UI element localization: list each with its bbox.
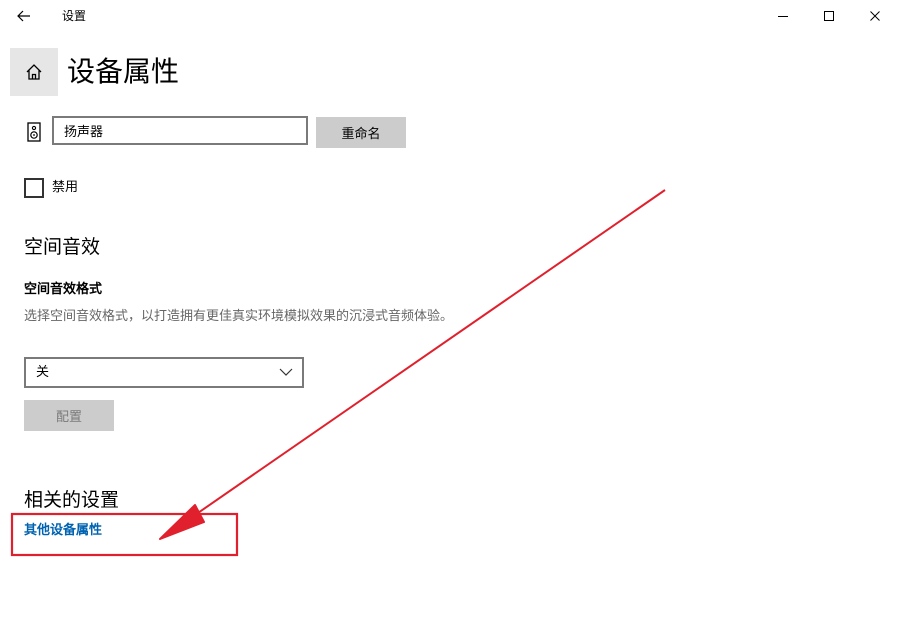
configure-button[interactable]: 配置 bbox=[24, 400, 114, 431]
chevron-down-icon bbox=[279, 368, 293, 376]
minimize-button[interactable] bbox=[760, 0, 806, 32]
minimize-icon bbox=[778, 16, 788, 17]
disable-checkbox[interactable] bbox=[24, 178, 44, 198]
device-name-input[interactable] bbox=[52, 116, 308, 145]
additional-device-properties-link[interactable]: 其他设备属性 bbox=[24, 522, 102, 539]
spatial-format-description: 选择空间音效格式，以打造拥有更佳真实环境模拟效果的沉浸式音频体验。 bbox=[24, 309, 454, 324]
annotation-arrow-head bbox=[159, 504, 205, 540]
spatial-sound-heading: 空间音效 bbox=[24, 236, 101, 258]
arrow-left-icon bbox=[17, 10, 30, 22]
settings-window: 设置 设备属性 重命名 禁用 空间音效 空间音效格式 选择空间音效格式，以打造拥… bbox=[0, 0, 898, 620]
spatial-format-dropdown[interactable]: 关 bbox=[24, 357, 304, 388]
spatial-format-label: 空间音效格式 bbox=[24, 282, 103, 297]
related-settings-heading: 相关的设置 bbox=[24, 489, 120, 511]
disable-checkbox-label: 禁用 bbox=[52, 180, 79, 195]
rename-button[interactable]: 重命名 bbox=[316, 117, 406, 148]
dropdown-selected-value: 关 bbox=[36, 365, 50, 380]
home-button[interactable] bbox=[10, 48, 58, 96]
maximize-button[interactable] bbox=[806, 0, 852, 32]
close-icon bbox=[870, 11, 880, 21]
back-button[interactable] bbox=[10, 3, 38, 29]
maximize-icon bbox=[824, 11, 834, 21]
speaker-icon bbox=[27, 122, 41, 142]
window-title: 设置 bbox=[62, 9, 87, 23]
page-title: 设备属性 bbox=[67, 55, 180, 88]
home-icon bbox=[26, 64, 42, 80]
close-button[interactable] bbox=[852, 0, 898, 32]
